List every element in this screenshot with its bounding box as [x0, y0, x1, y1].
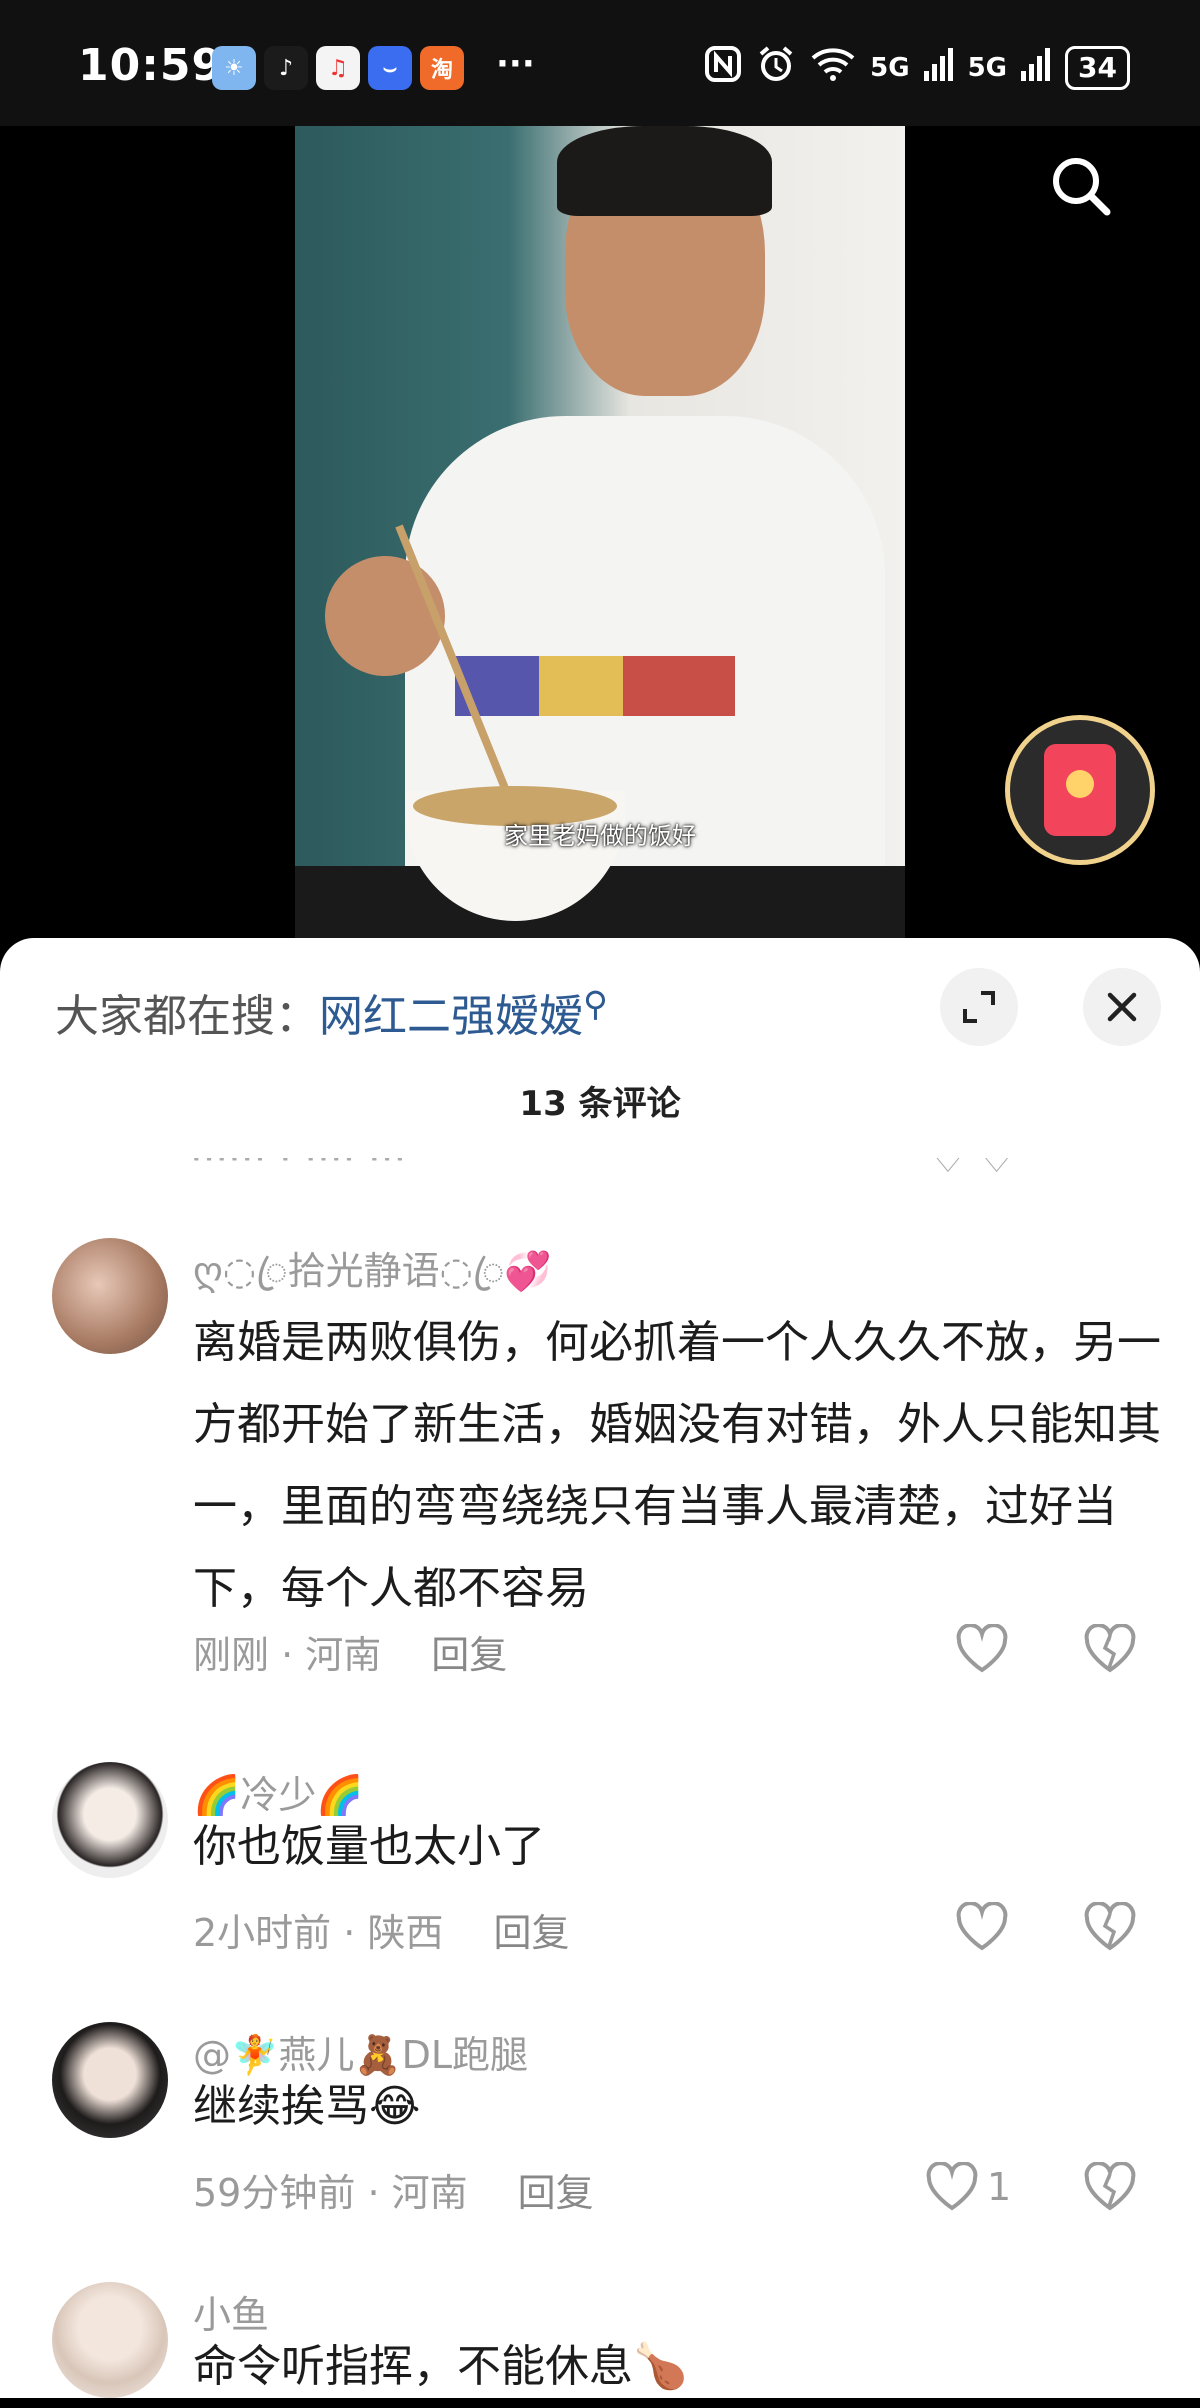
red-packet-button[interactable]: [1005, 715, 1155, 865]
comment-location: 河南: [305, 1633, 382, 1677]
signal-2-label: 5G: [967, 52, 1008, 83]
reply-button[interactable]: 回复: [493, 1911, 569, 1955]
search-button[interactable]: [1045, 150, 1117, 222]
tiktok-app-icon: ♪: [264, 46, 308, 90]
hot-search-prefix: 大家都在搜：: [55, 991, 319, 1042]
dislike-button[interactable]: [1083, 1901, 1137, 1956]
heart-icon: [926, 2162, 978, 2211]
heart-icon: [956, 1624, 1008, 1673]
taobao-app-icon: 淘: [420, 46, 464, 90]
hot-search-bar[interactable]: 大家都在搜：网红二强嫒嫒⚲: [55, 980, 608, 1044]
reply-button[interactable]: 回复: [431, 1633, 507, 1677]
honor-store-icon: ⌣: [368, 46, 412, 90]
comment-sheet: 大家都在搜：网红二强嫒嫒⚲ 13 条评论 ······ · ···· ··· ♡…: [0, 938, 1200, 2398]
search-small-icon: ⚲: [583, 984, 608, 1025]
like-button[interactable]: 1: [925, 2162, 1011, 2212]
alarm-icon: [756, 44, 796, 91]
heart-icon: [956, 1902, 1008, 1951]
comment-text: 继续挨骂😂: [193, 2081, 421, 2132]
avatar[interactable]: [52, 1762, 168, 1878]
video-frame[interactable]: 家里老妈做的饭好: [295, 126, 905, 946]
expand-button[interactable]: [940, 968, 1018, 1046]
signal-1-icon: [923, 47, 954, 88]
broken-heart-icon: [1084, 2161, 1136, 2211]
comment-location: 河南: [391, 2171, 468, 2215]
search-icon: [1053, 158, 1111, 216]
close-icon: [1107, 992, 1137, 1022]
status-time: 10:59: [78, 40, 224, 91]
avatar[interactable]: [52, 1238, 168, 1354]
comment-text: 命令听指挥，不能休息🍗: [193, 2341, 688, 2392]
video-shirt-print: [455, 656, 735, 716]
reply-button[interactable]: 回复: [518, 2171, 594, 2215]
hot-search-term[interactable]: 网红二强嫒嫒: [319, 991, 583, 1042]
like-count: 1: [987, 2165, 1012, 2209]
like-button[interactable]: [955, 1902, 1017, 1952]
wifi-icon: [810, 46, 856, 89]
music-app-icon: ♫: [316, 46, 360, 90]
comment-time: 刚刚: [193, 1633, 270, 1677]
like-button[interactable]: [955, 1624, 1017, 1674]
status-indicators: 5G 5G 34: [704, 44, 1130, 91]
video-person-hair: [557, 126, 772, 216]
close-button[interactable]: [1083, 968, 1161, 1046]
weather-app-icon: ☀: [212, 46, 256, 90]
comment-meta: 2小时前 · 陕西 回复: [193, 1911, 570, 1955]
video-person-hand: [325, 556, 445, 676]
status-app-icons: ☀ ♪ ♫ ⌣ 淘: [212, 46, 464, 90]
cutoff-comment-meta: ······ · ···· ···: [190, 1158, 407, 1182]
broken-heart-icon: [1084, 1623, 1136, 1673]
more-notifications-icon: ···: [496, 44, 535, 84]
avatar[interactable]: [52, 2022, 168, 2138]
dislike-button[interactable]: [1083, 2161, 1137, 2216]
comment-time: 59分钟前: [193, 2171, 356, 2215]
video-subtitle: 家里老妈做的饭好: [504, 822, 696, 850]
comment-count-title: 13 条评论: [519, 1084, 681, 1124]
dislike-button[interactable]: [1083, 1623, 1137, 1678]
status-bar: 10:59 ☀ ♪ ♫ ⌣ 淘 ··· 5G 5G 34: [0, 0, 1200, 126]
signal-1-label: 5G: [870, 52, 910, 83]
cutoff-comment-actions: ♡ ♡: [930, 1158, 1015, 1182]
broken-heart-icon: [1084, 1901, 1136, 1951]
nfc-icon: [704, 45, 742, 90]
comment-location: 陕西: [367, 1911, 444, 1955]
comment-meta: 59分钟前 · 河南 回复: [193, 2171, 594, 2215]
cutoff-comment-row: ······ · ···· ··· ♡ ♡: [190, 1158, 1150, 1188]
red-packet-icon: [1044, 744, 1116, 836]
battery-indicator: 34: [1065, 45, 1130, 90]
comment-meta: 刚刚 · 河南 回复: [193, 1633, 508, 1677]
expand-icon: [963, 991, 995, 1023]
comment-text: 离婚是两败俱伤，何必抓着一个人久久不放，另一方都开始了新生活，婚姻没有对错，外人…: [193, 1317, 1161, 1614]
comment-text: 你也饭量也太小了: [193, 1821, 545, 1872]
signal-2-icon: [1021, 47, 1051, 88]
avatar[interactable]: [52, 2282, 168, 2398]
comment-time: 2小时前: [193, 1911, 332, 1955]
